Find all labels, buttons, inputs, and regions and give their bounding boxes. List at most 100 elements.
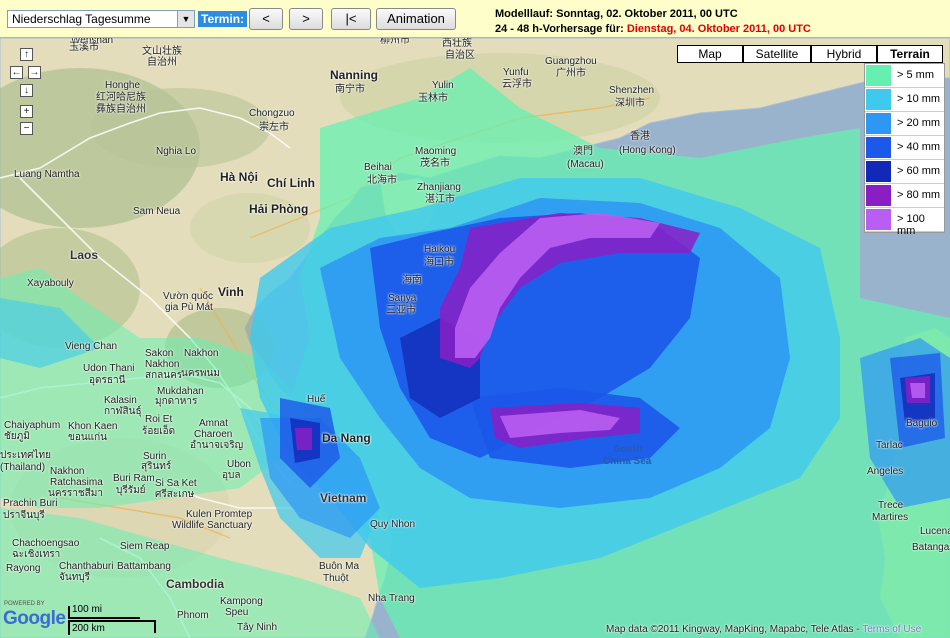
map-label: Rayong (6, 563, 41, 574)
map-label: Ratchasima (50, 477, 103, 488)
pan-right-icon[interactable]: → (28, 66, 41, 79)
google-logo[interactable]: Google (3, 608, 66, 630)
map-label: Sanya (388, 293, 417, 304)
pan-left-icon[interactable]: ← (10, 66, 23, 79)
precip-area-100mm (910, 383, 925, 398)
forecast-line: 24 - 48 h-Vorhersage für: Dienstag, 04. … (495, 22, 811, 37)
legend-swatch (866, 185, 891, 206)
map-label: 海南 (402, 275, 422, 286)
map-label: Si Sa Ket (155, 478, 197, 489)
map-label: ชัยภูมิ (4, 431, 30, 442)
precip-legend: > 5 mm > 10 mm > 20 mm > 40 mm > 60 mm > 80 m… (864, 63, 945, 237)
map-type-map[interactable]: Map (677, 45, 743, 63)
map-label: Martires (872, 512, 909, 523)
map-label: มุกดาหาร (155, 396, 198, 407)
map-label: Laos (70, 248, 99, 262)
zoom-in-icon[interactable]: + (20, 105, 33, 118)
map-label: Beihai (364, 162, 392, 173)
map-label: อุบล (222, 470, 241, 481)
map-label: Ubon (227, 459, 251, 470)
powered-by-text: POWERED BY (4, 601, 45, 607)
legend-row: > 60 mm (865, 160, 944, 184)
map-label: Chaiyaphum (4, 420, 61, 431)
map-label: 香港 (630, 131, 650, 142)
map-label: Yunfu (503, 67, 529, 78)
map-label: Buôn Ma (319, 561, 360, 572)
map-label: Battambang (117, 561, 171, 572)
legend-row: > 20 mm (865, 112, 944, 136)
map-label: Huế (307, 394, 326, 405)
map-label: Buri Ram (113, 473, 155, 484)
map-label: 云浮市 (502, 79, 532, 90)
legend-label: > 100 mm (897, 213, 925, 237)
legend-swatch (866, 161, 891, 182)
map-label: Prachin Buri (3, 498, 58, 509)
forecast-date: Dienstag, 04. Oktober 2011, 00 UTC (626, 23, 811, 35)
map-label: Nanning (330, 68, 378, 82)
toolbar: Niederschlag Tagesumme ▼ Termin: < > |< … (0, 0, 950, 38)
scale-bar-km-end (154, 620, 156, 633)
scale-miles-label: 100 mi (72, 604, 103, 615)
map-type-satellite[interactable]: Satellite (743, 45, 811, 63)
pan-up-icon[interactable]: ↑ (20, 48, 33, 61)
map-label: Shenzhen (609, 85, 655, 96)
forecast-prefix: 24 - 48 h-Vorhersage für: (495, 23, 627, 35)
legend-label: > 5 mm (897, 69, 934, 81)
legend-swatch (866, 65, 891, 86)
legend-label: > 40 mm (897, 141, 941, 153)
map-label: 玉林市 (418, 93, 448, 104)
legend-swatch (866, 113, 891, 134)
map-type-terrain[interactable]: Terrain (877, 45, 943, 63)
map-type-hybrid[interactable]: Hybrid (811, 45, 877, 63)
map-label: Xayabouly (27, 278, 74, 289)
map-label: Hà Nội (220, 170, 259, 184)
map-label: Chachoengsao (12, 538, 80, 549)
map-label: Batangas (912, 542, 950, 553)
map-label: 自治区 (445, 50, 475, 61)
map-label: (Hong Kong) (619, 145, 676, 156)
map-label: จันทบุรี (59, 572, 91, 583)
map-label: บุรีรัมย์ (116, 485, 146, 496)
zoom-out-icon[interactable]: − (20, 122, 33, 135)
prev-button[interactable]: < (249, 8, 283, 30)
map-label: Baguio (906, 418, 938, 429)
animation-button[interactable]: Animation (376, 8, 456, 30)
next-button[interactable]: > (289, 8, 323, 30)
map-label: Speu (225, 607, 249, 618)
first-button[interactable]: |< (331, 8, 371, 30)
map-label: Kalasin (104, 395, 137, 406)
map-label: Maoming (415, 146, 457, 157)
product-select[interactable]: Niederschlag Tagesumme ▼ (7, 10, 195, 28)
legend-row: > 80 mm (865, 184, 944, 208)
map-label: 广州市 (556, 68, 586, 79)
map-label: Chanthaburi (59, 561, 114, 572)
map-label: 茂名市 (420, 158, 450, 169)
precip-area-80mm (295, 428, 312, 450)
legend-row: > 100 mm (865, 208, 944, 237)
map-label: 自治州 (147, 57, 177, 68)
legend-row: > 10 mm (865, 88, 944, 112)
terms-of-use-link[interactable]: Terms of Use (862, 624, 921, 635)
map-label: ปราจีนบุรี (3, 510, 45, 521)
legend-swatch (866, 209, 891, 230)
map-label: 西壮族 (442, 38, 472, 49)
map-label: Thuột (323, 573, 349, 584)
legend-label: > 60 mm (897, 165, 941, 177)
map-label: 澳門 (573, 146, 593, 157)
map-label: Phnom (177, 610, 209, 621)
map-canvas[interactable]: ↑ ← → ↓ + − Map Satellite Hybrid Terrain… (0, 38, 950, 638)
map-label: Hải Phòng (249, 202, 309, 216)
map-label: ร้อยเอ็ด (142, 426, 176, 437)
map-label: Khon Kaen (68, 421, 118, 432)
map-label: Nghia Lo (156, 146, 197, 157)
map-label: (Thailand) (0, 462, 46, 473)
map-label: Tarlac (876, 440, 903, 451)
map-label: Nha Trang (368, 593, 415, 604)
chevron-down-icon[interactable]: ▼ (177, 11, 194, 27)
map-label: Kampong (220, 596, 263, 607)
attribution-text: Map data ©2011 Kingway, MapKing, Mapabc,… (606, 624, 863, 635)
map-label: Siem Reap (120, 541, 170, 552)
legend-row: > 40 mm (865, 136, 944, 160)
map-label: สกลนคร (145, 370, 183, 381)
pan-down-icon[interactable]: ↓ (20, 84, 33, 97)
